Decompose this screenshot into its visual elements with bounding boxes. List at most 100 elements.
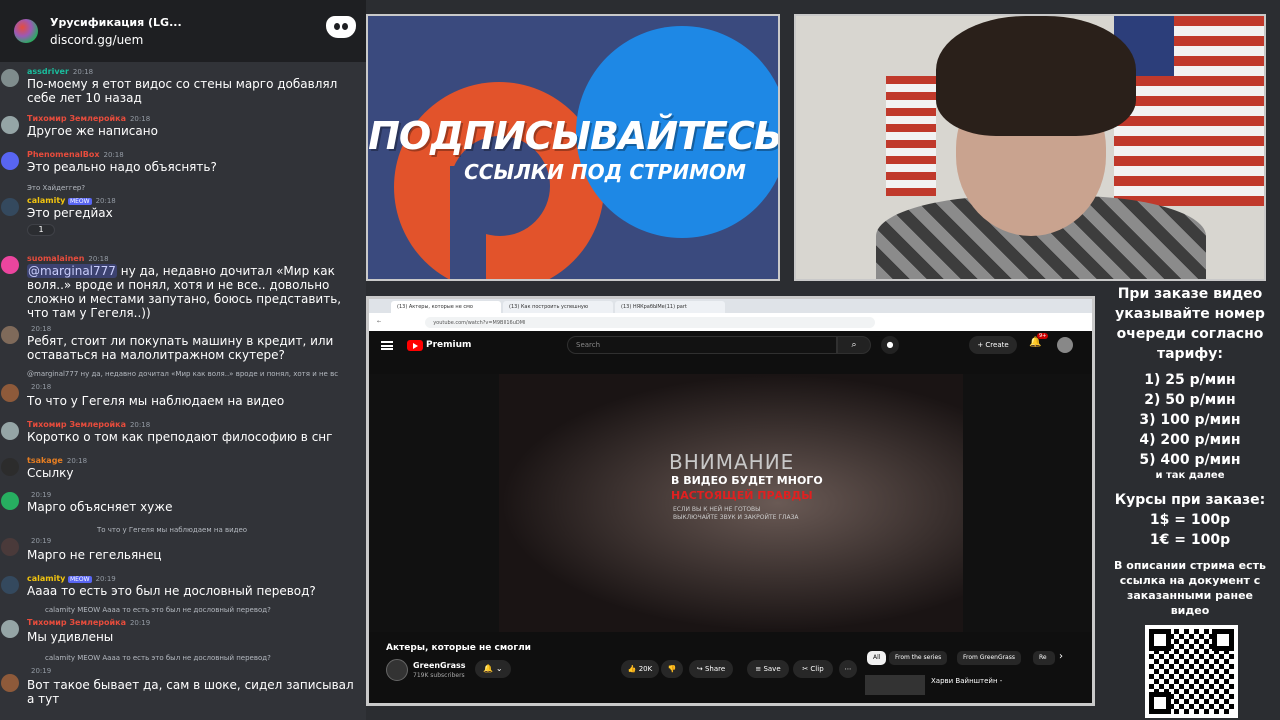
user-mention[interactable]: @marginal777 (27, 264, 117, 278)
avatar (1, 620, 19, 638)
subscriber-count: 719K subscribers (413, 672, 465, 679)
tariff-etc: и так далее (1155, 470, 1225, 481)
recommendation-title[interactable]: Харви Вайнштейн - (931, 677, 1002, 685)
tariff-item: 5) 400 р/мин (1139, 452, 1241, 468)
browser-window: (13) Актеры, которые не смо (13) Как пос… (366, 296, 1095, 706)
message-text: То что у Гегеля мы наблюдаем на видео (27, 394, 285, 408)
tariff-item: 4) 200 р/мин (1139, 432, 1241, 448)
create-button[interactable]: + Create (969, 336, 1017, 354)
youtube-header: Premium Search ⌕ ● + Create 🔔 9+ (369, 331, 1092, 359)
warning-small: ЕСЛИ ВЫ К НЕЙ НЕ ГОТОВЫ ВЫКЛЮЧАЙТЕ ЗВУК … (673, 506, 799, 521)
message-text: Коротко о том как преподают философию в … (27, 430, 333, 444)
menu-icon[interactable] (381, 340, 393, 350)
author-name: calamity (27, 196, 66, 205)
author-name: Тихомир Землеройка (27, 420, 126, 429)
reply-preview[interactable]: @marginal777 ну да, недавно дочитал «Мир… (27, 370, 363, 378)
description-note: В описании стрима есть ссылка на докумен… (1114, 559, 1266, 617)
discord-logo-icon (326, 16, 356, 38)
youtube-logo-icon[interactable] (407, 339, 423, 351)
chip-channel[interactable]: From GreenGrass (957, 651, 1021, 665)
timestamp: 20:19 (31, 537, 52, 545)
subscribe-bell-button[interactable]: 🔔 ⌄ (475, 660, 511, 678)
warning-line: НАСТОЯЩЕЙ ПРАВДЫ (671, 489, 813, 502)
rate-item: 1€ = 100р (1149, 532, 1231, 548)
notification-badge: 9+ (1037, 333, 1049, 339)
avatar (1, 422, 19, 440)
rate-item: 1$ = 100р (1149, 512, 1231, 528)
tariff-item: 1) 25 р/мин (1144, 372, 1236, 388)
message-text: Марго не гегельянец (27, 548, 162, 562)
avatar (1, 538, 19, 556)
order-text: При заказе видео указывайте номер очеред… (1115, 286, 1265, 362)
dislike-button[interactable]: 👎 (661, 660, 683, 678)
message-text: Ребят, стоит ли покупать машину в кредит… (27, 334, 338, 362)
chat-header: Урусификация (LG... discord.gg/uem (0, 0, 366, 62)
save-button[interactable]: ≡ Save (747, 660, 789, 678)
timestamp: 20:19 (31, 667, 52, 675)
promo-banner: ПОДПИСЫВАЙТЕСЬ ССЫЛКИ ПОД СТРИМОМ (366, 14, 780, 281)
timestamp: 20:19 (129, 619, 151, 627)
timestamp: 20:18 (129, 421, 151, 429)
timestamp: 20:18 (95, 197, 116, 205)
warning-title: ВНИМАНИЕ (669, 450, 795, 474)
clip-button[interactable]: ✂ Clip (793, 660, 833, 678)
reply-preview[interactable]: calamity MEOW Аааа то есть это был не до… (27, 654, 363, 662)
promo-title: ПОДПИСЫВАЙТЕСЬ (368, 114, 780, 158)
chip-series[interactable]: From the series (889, 651, 948, 665)
reply-preview[interactable]: calamity MEOW Аааа то есть это был не до… (27, 606, 363, 614)
microphone-icon[interactable]: ● (881, 336, 899, 354)
recommendation-thumbnail[interactable] (865, 675, 925, 695)
timestamp: 20:18 (72, 68, 94, 76)
url-bar[interactable]: youtube.com/watch?v=M9BIl16uDMl (425, 316, 876, 328)
reply-preview[interactable]: Это Хайдеггер? (27, 184, 363, 192)
browser-tab[interactable]: (13) Как построить успешную (503, 301, 613, 313)
server-invite: discord.gg/uem (50, 32, 144, 47)
back-icon[interactable]: ← (377, 319, 381, 325)
avatar[interactable] (1057, 337, 1073, 353)
message-text: По-моему я етот видос со стены марго доб… (27, 77, 342, 105)
browser-toolbar: ← youtube.com/watch?v=M9BIl16uDMl (369, 313, 1092, 331)
chip-all[interactable]: All (867, 651, 887, 665)
youtube-brand[interactable]: Premium (426, 340, 471, 350)
user-badge: MEOW (67, 198, 92, 205)
promo-subtitle: ССЫЛКИ ПОД СТРИМОМ (464, 160, 746, 184)
tariff-item: 2) 50 р/мин (1144, 392, 1236, 408)
us-flag (886, 76, 936, 196)
save-label: Save (763, 665, 781, 673)
timestamp: 20:18 (129, 115, 151, 123)
message-text: Ссылку (27, 466, 74, 480)
author-name: calamity (27, 574, 66, 583)
browser-tab[interactable]: (13) Актеры, которые не смо (391, 301, 501, 313)
channel-avatar[interactable] (386, 659, 408, 681)
chip-more[interactable]: Re (1033, 651, 1055, 665)
author-name: Тихомир Землеройка (27, 114, 126, 123)
video-player[interactable]: ВНИМАНИЕ В ВИДЕО БУДЕТ МНОГО НАСТОЯЩЕЙ П… (499, 374, 963, 632)
timestamp: 20:18 (31, 325, 52, 333)
video-title: Актеры, которые не смогли (386, 643, 531, 653)
timestamp: 20:19 (31, 491, 52, 499)
message-text: Вот такое бывает да, сам в шоке, сидел з… (27, 678, 358, 706)
message-text: Другое же написано (27, 124, 158, 138)
user-badge: MEOW (67, 576, 92, 583)
browser-tab[interactable]: (13) НЯКрабЫМе(11) part (615, 301, 725, 313)
discord-chat-panel: Урусификация (LG... discord.gg/uem assdr… (0, 0, 366, 720)
reply-preview[interactable]: То что у Гегеля мы наблюдаем на видео (27, 526, 363, 534)
streamer-hair (936, 16, 1136, 136)
avatar (1, 69, 19, 87)
message-text: Это реально надо объяснять? (27, 160, 217, 174)
chevron-right-icon[interactable]: › (1059, 651, 1063, 662)
timestamp: 20:18 (103, 151, 124, 159)
like-button[interactable]: 👍 20K (621, 660, 659, 678)
more-icon[interactable]: ⋯ (839, 660, 857, 678)
avatar (1, 152, 19, 170)
search-icon[interactable]: ⌕ (837, 336, 871, 354)
reaction[interactable]: 1 (27, 224, 55, 236)
timestamp: 20:19 (95, 575, 116, 583)
search-input[interactable]: Search (567, 336, 837, 354)
channel-name[interactable]: GreenGrass (413, 661, 466, 670)
share-button[interactable]: ↪ Share (689, 660, 733, 678)
avatar (1, 492, 19, 510)
author-name: suomalainen (27, 254, 85, 263)
timestamp: 20:18 (66, 457, 88, 465)
qr-code (1145, 625, 1238, 718)
